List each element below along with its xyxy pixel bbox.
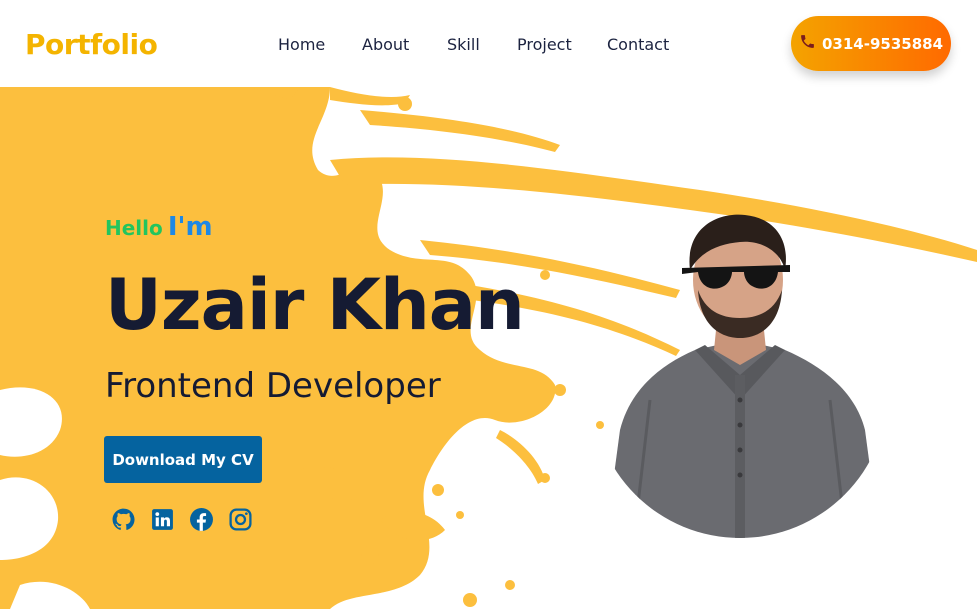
hero-role: Frontend Developer: [105, 366, 441, 406]
download-cv-button[interactable]: Download My CV: [104, 436, 262, 483]
phone-icon: [799, 33, 816, 54]
hero-greeting: Hello I'm: [105, 212, 213, 242]
nav-home[interactable]: Home: [278, 35, 325, 54]
site-header: Portfolio Home About Skill Project Conta…: [0, 0, 977, 87]
nav-skill[interactable]: Skill: [447, 35, 480, 54]
greeting-hello: Hello: [105, 216, 163, 240]
nav-about[interactable]: About: [362, 35, 409, 54]
phone-number: 0314-9535884: [821, 34, 944, 53]
github-icon[interactable]: [111, 507, 136, 532]
site-logo[interactable]: Portfolio: [25, 28, 158, 61]
profile-photo: [600, 214, 885, 538]
greeting-im: I'm: [167, 212, 213, 242]
nav-contact[interactable]: Contact: [607, 35, 669, 54]
nav-project[interactable]: Project: [517, 35, 572, 54]
phone-button[interactable]: 0314-9535884: [791, 16, 951, 71]
facebook-icon[interactable]: [189, 507, 214, 532]
social-links: [111, 507, 253, 532]
hero-name: Uzair Khan: [105, 264, 525, 346]
linkedin-icon[interactable]: [150, 507, 175, 532]
instagram-icon[interactable]: [228, 507, 253, 532]
